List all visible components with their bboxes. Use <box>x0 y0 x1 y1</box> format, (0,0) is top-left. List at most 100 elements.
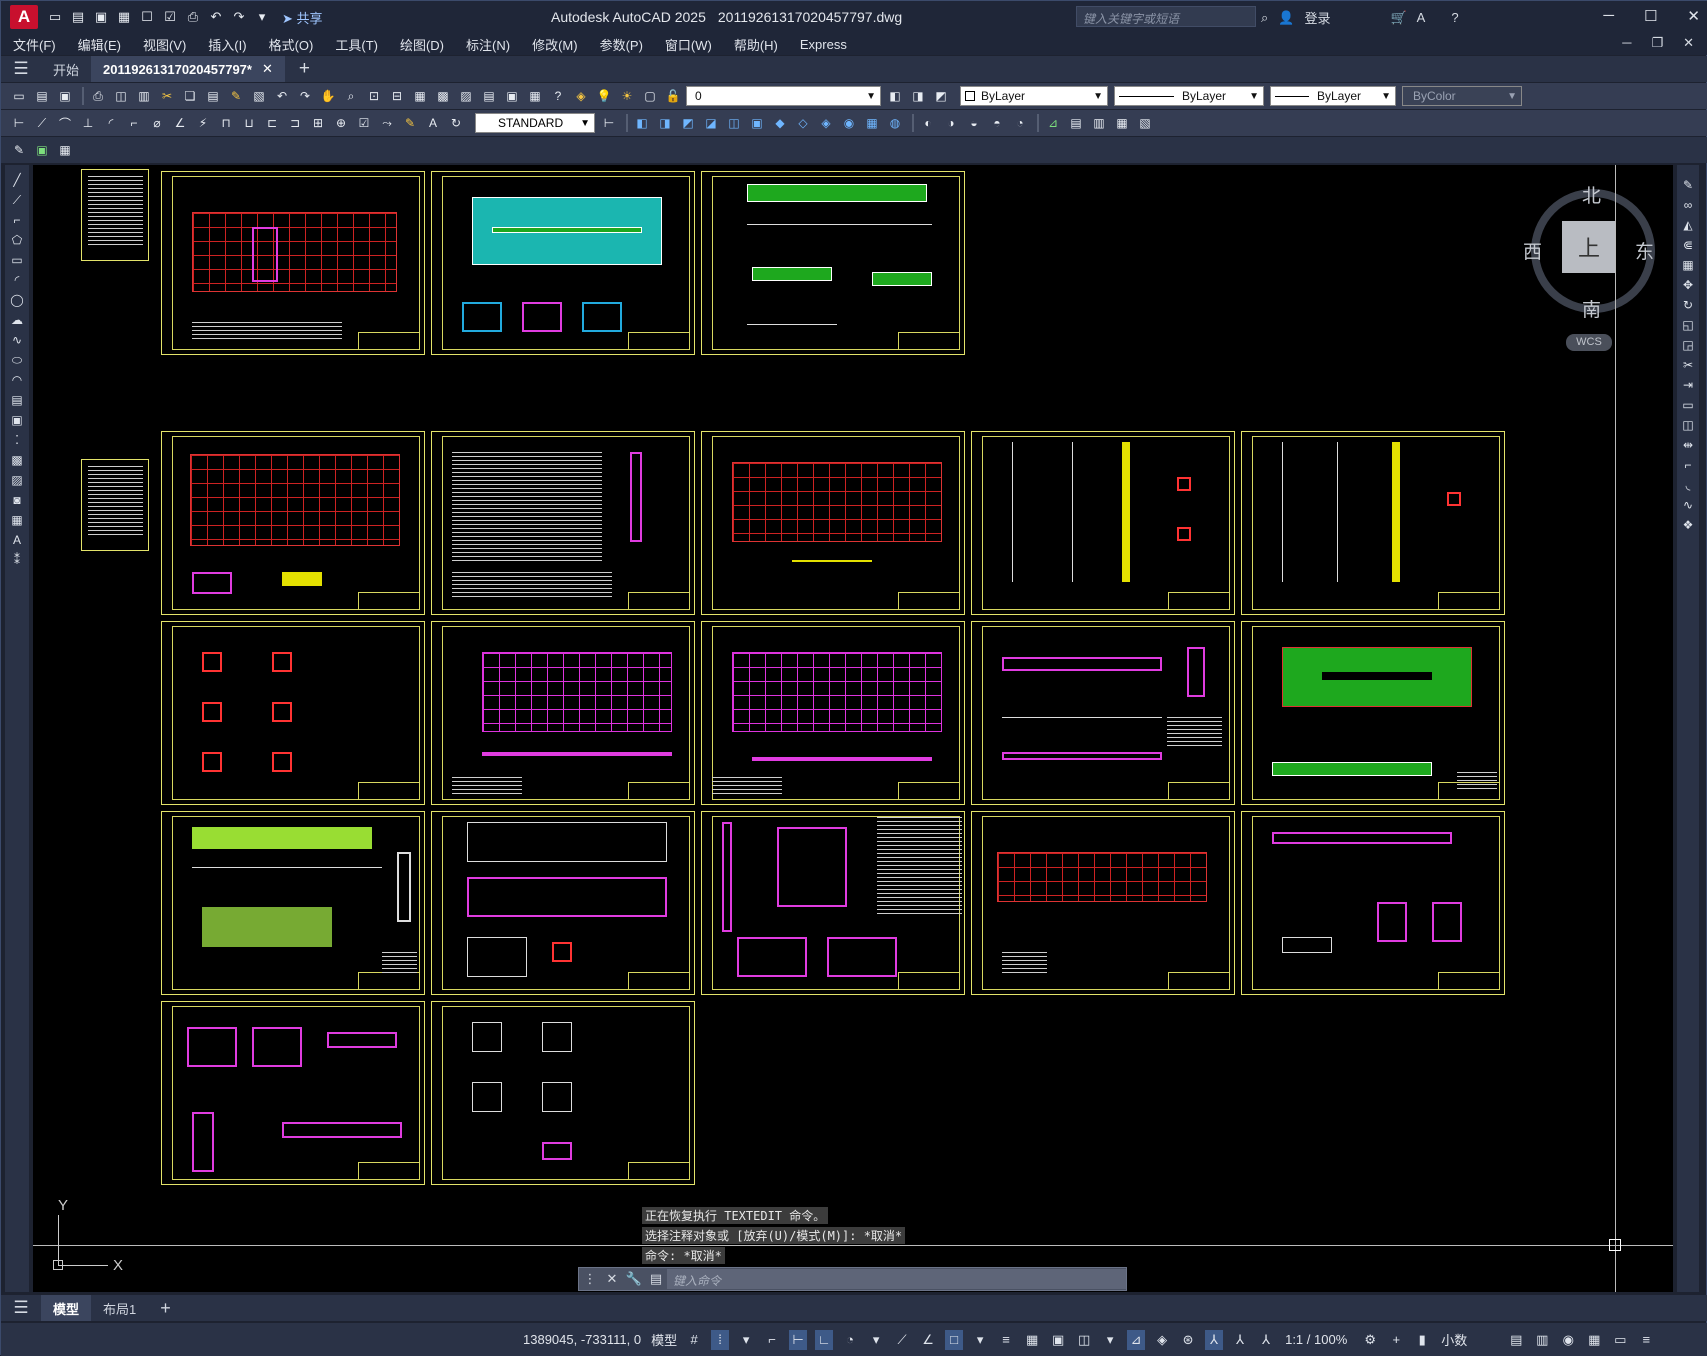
preview-icon[interactable]: ◫ <box>111 87 131 105</box>
command-input[interactable]: 键入命令 <box>667 1269 1126 1289</box>
line-icon[interactable]: ╱ <box>8 170 26 190</box>
dim-break-icon[interactable]: ⊐ <box>285 114 305 132</box>
lock-ui-icon[interactable]: ▥ <box>1533 1330 1551 1350</box>
grid-icon[interactable]: # <box>685 1330 703 1350</box>
quick-dim-icon[interactable]: ⚡ <box>193 114 213 132</box>
view-se-icon[interactable]: ◇ <box>793 114 813 132</box>
autocad-logo[interactable]: A <box>10 5 38 29</box>
arc-dim-icon[interactable]: ⌒ <box>55 114 75 132</box>
chamfer-icon[interactable]: ⌐ <box>1679 455 1697 475</box>
viewcube-north[interactable]: 北 <box>1582 181 1601 208</box>
dropdown-icon[interactable]: ▾ <box>1101 1330 1119 1350</box>
zoom-previous-icon[interactable]: ⊟ <box>387 87 407 105</box>
menu-draw[interactable]: 绘图(D) <box>400 35 444 54</box>
make-current-layer-icon[interactable]: ◧ <box>885 87 905 105</box>
break-at-point-icon[interactable]: ▭ <box>1679 395 1697 415</box>
named-views-icon[interactable]: ▦ <box>862 114 882 132</box>
ellipse-icon[interactable]: ⬭ <box>8 350 26 370</box>
blend-icon[interactable]: ∿ <box>1679 495 1697 515</box>
circle-icon[interactable]: ◯ <box>8 290 26 310</box>
viewcube-south[interactable]: 南 <box>1582 295 1601 322</box>
object-snap-tracking-icon[interactable]: ∠ <box>919 1330 937 1350</box>
doc-close-icon[interactable]: ✕ <box>1683 35 1694 51</box>
aligned-dim-icon[interactable]: ⟋ <box>32 114 52 132</box>
customize-qat-icon[interactable]: ▾ <box>253 8 271 26</box>
visual-style-2d-icon[interactable]: ◐ <box>918 114 938 132</box>
model-space-toggle[interactable]: 模型 <box>651 1330 677 1349</box>
center-mark-icon[interactable]: ⊕ <box>331 114 351 132</box>
pan-icon[interactable]: ✋ <box>318 87 338 105</box>
dim-update-icon[interactable]: ↻ <box>446 114 466 132</box>
coordinates-readout[interactable]: 1389045, -733111, 0 <box>523 1332 641 1347</box>
tool-palettes-icon[interactable]: ▨ <box>456 87 476 105</box>
copy-icon[interactable]: ❏ <box>180 87 200 105</box>
color-combo[interactable]: ByLayer ▼ <box>960 86 1108 106</box>
add-selected-icon[interactable]: ⁑ <box>8 550 26 570</box>
new-tab-icon[interactable]: + <box>299 58 310 80</box>
design-center-icon[interactable]: ▩ <box>433 87 453 105</box>
mirror-icon[interactable]: ◭ <box>1679 215 1697 235</box>
dim-space-icon[interactable]: ⊏ <box>262 114 282 132</box>
viewcube-west[interactable]: 西 <box>1523 237 1542 264</box>
command-prompt-icon[interactable]: ▤ <box>645 1271 667 1287</box>
publish-icon[interactable]: ▥ <box>134 87 154 105</box>
menu-window[interactable]: 窗口(W) <box>665 35 712 54</box>
dropdown-icon[interactable]: ▾ <box>737 1330 755 1350</box>
visual-style-3d-icon[interactable]: ◑ <box>941 114 961 132</box>
help-tb-icon[interactable]: ? <box>548 87 568 105</box>
ucs-world-icon[interactable]: ▤ <box>1066 114 1086 132</box>
hardware-acceleration-icon[interactable]: ▦ <box>1585 1330 1603 1350</box>
menu-insert[interactable]: 插入(I) <box>208 35 246 54</box>
angular-dim-icon[interactable]: ∠ <box>170 114 190 132</box>
make-block-icon[interactable]: ▣ <box>8 410 26 430</box>
radius-dim-icon[interactable]: ◜ <box>101 114 121 132</box>
save-file-icon[interactable]: ▣ <box>55 87 75 105</box>
layer-lock-icon[interactable]: 🔓 <box>663 87 683 105</box>
copy-object-icon[interactable]: ∞ <box>1679 195 1697 215</box>
doc-restore-icon[interactable]: ❐ <box>1651 35 1663 51</box>
units-icon[interactable]: ▮ <box>1413 1330 1431 1350</box>
scale-icon[interactable]: ◱ <box>1679 315 1697 335</box>
menu-help[interactable]: 帮助(H) <box>734 35 778 54</box>
visual-style-realistic-icon[interactable]: ◓ <box>987 114 1007 132</box>
stretch-icon[interactable]: ◲ <box>1679 335 1697 355</box>
plot-icon[interactable]: ⎙ <box>184 8 202 26</box>
workspace-icon[interactable]: ⚙ <box>1361 1330 1379 1350</box>
minimize-icon[interactable]: ─ <box>1603 7 1614 25</box>
move-icon[interactable]: ✥ <box>1679 275 1697 295</box>
jogged-dim-icon[interactable]: ⌐ <box>124 114 144 132</box>
quick-properties-icon[interactable]: ▤ <box>1507 1330 1525 1350</box>
share-button[interactable]: ➤ 共享 <box>282 8 323 27</box>
annotation-scale-icon[interactable]: ⅄ <box>1257 1330 1275 1350</box>
command-customize-icon[interactable]: 🔧 <box>623 1271 645 1287</box>
redo-icon[interactable]: ↷ <box>230 8 248 26</box>
table-edit-icon[interactable]: ▦ <box>55 141 75 159</box>
annotation-scale-value[interactable]: 1:1 / 100% <box>1285 1332 1347 1347</box>
viewcube-east[interactable]: 东 <box>1635 237 1654 264</box>
layer-state-icon[interactable]: ◩ <box>931 87 951 105</box>
offset-icon[interactable]: ⋐ <box>1679 235 1697 255</box>
ortho-icon[interactable]: ∟ <box>815 1329 834 1350</box>
diameter-dim-icon[interactable]: ⌀ <box>147 114 167 132</box>
tab-model[interactable]: 模型 <box>41 1295 92 1321</box>
zoom-window-icon[interactable]: ⊡ <box>364 87 384 105</box>
infer-constraints-icon[interactable]: ⌐ <box>763 1330 781 1350</box>
tab-document[interactable]: 20119261317020457797* ✕ <box>91 56 285 82</box>
command-close-icon[interactable]: ✕ <box>601 1271 623 1287</box>
dim-text-edit-icon[interactable]: A <box>423 114 443 132</box>
construction-line-icon[interactable]: ⟋ <box>8 190 26 210</box>
dim-style-icon[interactable]: ⊢ <box>599 114 619 132</box>
calculator-icon[interactable]: ▦ <box>525 87 545 105</box>
customize-status-icon[interactable]: ≡ <box>1637 1330 1655 1350</box>
qnew-icon[interactable]: ▭ <box>9 87 29 105</box>
polygon-icon[interactable]: ⬠ <box>8 230 26 250</box>
ucs-icon[interactable]: ⊿ <box>1043 114 1063 132</box>
menu-view[interactable]: 视图(V) <box>143 35 186 54</box>
layer-previous-icon[interactable]: ◨ <box>908 87 928 105</box>
view-right-icon[interactable]: ◪ <box>701 114 721 132</box>
dim-edit-icon[interactable]: ✎ <box>400 114 420 132</box>
sheet-set-icon[interactable]: ▤ <box>479 87 499 105</box>
gizmo-icon[interactable]: ⊛ <box>1179 1330 1197 1350</box>
array-icon[interactable]: ▦ <box>1679 255 1697 275</box>
clean-screen-icon[interactable]: ▭ <box>1611 1330 1629 1350</box>
